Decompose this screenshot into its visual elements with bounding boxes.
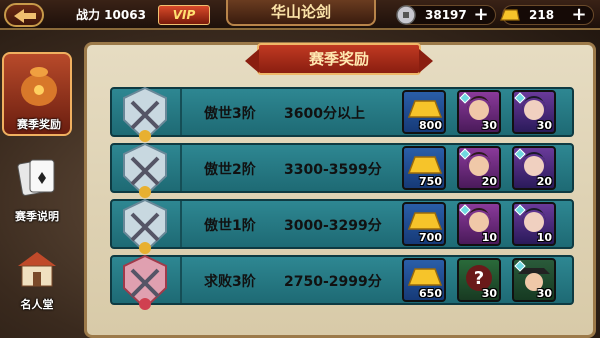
score-range: 3000-3299分 — [284, 218, 382, 234]
reward-quantity: 20 — [536, 175, 552, 188]
tab-season-info[interactable]: 赛季说明 — [2, 146, 72, 230]
svg-text:?: ? — [474, 268, 484, 289]
reward-row: 傲世3阶 3600分以上 800 30 30 — [110, 86, 574, 142]
hero-shard-reward[interactable]: 20 — [457, 146, 501, 190]
reward-quantity: 800 — [419, 119, 442, 132]
reward-quantity: 750 — [419, 175, 442, 188]
hero-shard-reward[interactable]: 30 — [512, 90, 556, 134]
score-range: 2750-2999分 — [284, 274, 382, 290]
row-divider — [180, 257, 182, 303]
rank-name: 傲世3阶 — [204, 106, 256, 122]
tab-label: 赛季说明 — [15, 210, 59, 223]
reward-row: 傲世2阶 3300-3599分 750 20 20 — [110, 142, 574, 198]
silver-amount: 38197 — [425, 8, 467, 22]
hero-shard-reward[interactable]: 10 — [512, 202, 556, 246]
reward-quantity: 650 — [419, 287, 442, 300]
score-range: 3300-3599分 — [284, 162, 382, 178]
rank-name: 傲世1阶 — [204, 218, 256, 234]
rank-badge-icon — [123, 254, 167, 310]
reward-row: 傲世1阶 3000-3299分 700 10 10 — [110, 198, 574, 254]
reward-quantity: 10 — [481, 231, 497, 244]
rank-name: 傲世2阶 — [204, 162, 256, 178]
combat-power: 战力 10063 — [76, 8, 146, 22]
reward-panel: 赛季奖励 傲世3阶 3600分以上 800 30 30 傲世2阶 3300-35… — [84, 42, 596, 338]
row-divider — [180, 89, 182, 135]
hall-of-fame-icon — [18, 252, 56, 287]
row-divider — [180, 201, 182, 247]
rank-badge-icon — [123, 198, 167, 254]
mystery-reward[interactable]: ? 30 — [457, 258, 501, 302]
vip-badge[interactable]: VIP — [158, 5, 210, 25]
back-arrow-icon — [14, 9, 36, 23]
hero-shard-reward[interactable]: 20 — [512, 146, 556, 190]
reward-quantity: 30 — [536, 287, 552, 300]
silver-counter: 38197 + — [396, 5, 496, 25]
page-title: 华山论剑 — [226, 0, 376, 26]
reward-quantity: 20 — [481, 175, 497, 188]
tab-label: 赛季奖励 — [17, 118, 61, 131]
reward-quantity: 10 — [536, 231, 552, 244]
hero-shard-reward[interactable]: 30 — [457, 90, 501, 134]
gold-counter: 218 + — [500, 5, 594, 25]
gold-reward[interactable]: 750 — [402, 146, 446, 190]
add-gold-button[interactable]: + — [569, 6, 589, 24]
silver-coin-icon — [396, 5, 416, 25]
tab-label: 名人堂 — [20, 298, 54, 311]
rank-name: 求败3阶 — [204, 274, 256, 290]
top-bar: 战力 10063 VIP 华山论剑 38197 + 218 + — [0, 0, 600, 30]
gold-reward[interactable]: 700 — [402, 202, 446, 246]
reward-quantity: 30 — [536, 119, 552, 132]
rank-badge-icon — [123, 142, 167, 198]
score-range: 3600分以上 — [284, 106, 365, 122]
reward-quantity: 30 — [481, 287, 497, 300]
gold-bar-icon — [500, 9, 520, 21]
reward-quantity: 700 — [419, 231, 442, 244]
hero-shard-reward[interactable]: 30 — [512, 258, 556, 302]
reward-bag-icon — [21, 67, 57, 106]
gold-amount: 218 — [529, 8, 555, 22]
hero-shard-reward[interactable]: 10 — [457, 202, 501, 246]
tab-hall-of-fame[interactable]: 名人堂 — [2, 240, 72, 324]
reward-row: 求败3阶 2750-2999分 650 ? 30 30 — [110, 254, 574, 310]
gold-reward[interactable]: 650 — [402, 258, 446, 302]
reward-quantity: 30 — [481, 119, 497, 132]
add-silver-button[interactable]: + — [471, 6, 491, 24]
gold-reward[interactable]: 800 — [402, 90, 446, 134]
rank-badge-icon — [123, 86, 167, 142]
row-divider — [180, 145, 182, 191]
panel-title: 赛季奖励 — [245, 43, 433, 75]
sidebar: 赛季奖励 赛季说明 名人堂 — [0, 48, 78, 338]
back-button[interactable] — [4, 3, 44, 27]
cards-icon — [17, 159, 55, 196]
tab-season-reward[interactable]: 赛季奖励 — [2, 52, 72, 136]
